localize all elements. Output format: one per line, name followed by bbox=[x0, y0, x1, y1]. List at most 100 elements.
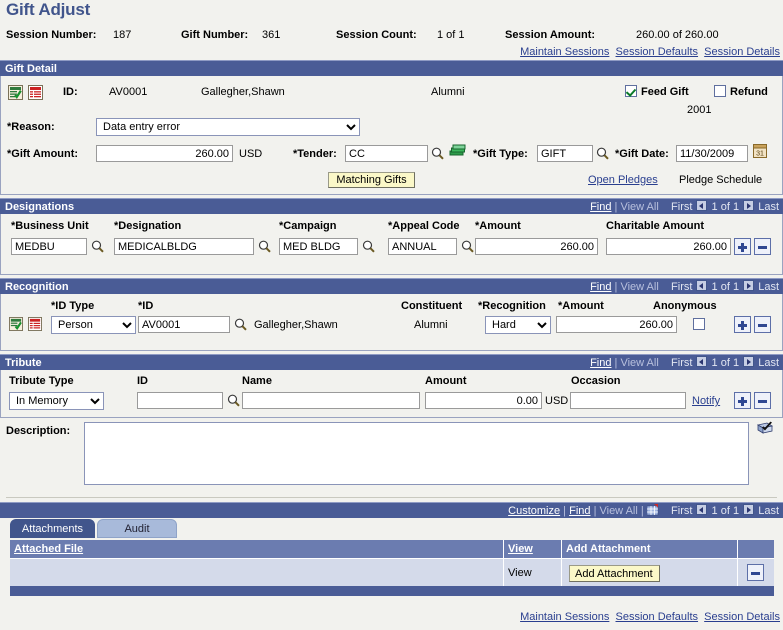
designations-next-icon[interactable] bbox=[743, 200, 755, 211]
designation-input[interactable] bbox=[114, 238, 254, 255]
footer-maintain-sessions-link[interactable]: Maintain Sessions bbox=[520, 611, 609, 623]
anonymous-checkbox[interactable] bbox=[693, 318, 705, 330]
col-id-type-label: *ID Type bbox=[51, 300, 95, 312]
tribute-panel: Tribute Type ID Name Amount Occasion In … bbox=[0, 370, 783, 418]
recognition-id-input[interactable] bbox=[138, 316, 230, 333]
tab-attachments[interactable]: Attachments bbox=[10, 519, 95, 538]
view-header-link[interactable]: View bbox=[508, 543, 533, 555]
tribute-last-label[interactable]: Last bbox=[758, 357, 779, 369]
reason-dropdown[interactable]: Data entry error bbox=[96, 118, 360, 136]
gift-amount-input[interactable] bbox=[96, 145, 233, 162]
feed-gift-checkbox[interactable] bbox=[625, 85, 637, 97]
open-pledges-link[interactable]: Open Pledges bbox=[588, 174, 658, 186]
notify-link[interactable]: Notify bbox=[692, 395, 720, 407]
tribute-amount-input[interactable] bbox=[425, 392, 542, 409]
gift-amount-currency: USD bbox=[239, 148, 263, 160]
attachments-col-actions bbox=[738, 540, 774, 558]
add-attachment-button[interactable]: Add Attachment bbox=[569, 565, 660, 582]
designations-view-all-link[interactable]: View All bbox=[620, 201, 658, 213]
attachments-next-icon[interactable] bbox=[743, 504, 755, 515]
recognition-amount-input[interactable] bbox=[556, 316, 677, 333]
tribute-id-input[interactable] bbox=[137, 392, 223, 409]
delete-designation-row-button[interactable] bbox=[754, 238, 771, 255]
delete-tribute-row-button[interactable] bbox=[754, 392, 771, 409]
gift-type-lookup-search-icon[interactable] bbox=[596, 147, 609, 160]
tribute-name-input[interactable] bbox=[242, 392, 420, 409]
campaign-input[interactable] bbox=[279, 238, 358, 255]
col-tribute-amount-label: Amount bbox=[425, 375, 467, 387]
attachments-last-label[interactable]: Last bbox=[758, 505, 779, 517]
tribute-id-lookup-search-icon[interactable] bbox=[227, 394, 240, 407]
col-appeal-code-label: *Appeal Code bbox=[388, 220, 460, 232]
tender-lookup-search-icon[interactable] bbox=[431, 147, 444, 160]
session-details-link[interactable]: Session Details bbox=[704, 46, 780, 58]
refund-checkbox[interactable] bbox=[714, 85, 726, 97]
id-value: AV0001 bbox=[109, 86, 148, 98]
delete-recognition-row-button[interactable] bbox=[754, 316, 771, 333]
footer-session-defaults-link[interactable]: Session Defaults bbox=[616, 611, 699, 623]
tribute-prev-icon[interactable] bbox=[696, 356, 708, 367]
session-defaults-link[interactable]: Session Defaults bbox=[616, 46, 699, 58]
footer-links: Maintain Sessions Session Defaults Sessi… bbox=[520, 611, 780, 623]
recognition-transaction-form-icon[interactable] bbox=[9, 317, 23, 334]
gift-date-input[interactable] bbox=[676, 145, 748, 162]
attachments-find-link[interactable]: Find bbox=[569, 505, 590, 517]
attachments-customize-link[interactable]: Customize bbox=[508, 505, 560, 517]
delete-attachment-row-button[interactable] bbox=[747, 564, 764, 581]
designations-prev-icon[interactable] bbox=[696, 200, 708, 211]
matching-gifts-button[interactable]: Matching Gifts bbox=[328, 172, 415, 188]
campaign-lookup-search-icon[interactable] bbox=[362, 240, 375, 253]
add-recognition-row-button[interactable] bbox=[734, 316, 751, 333]
business-unit-input[interactable] bbox=[11, 238, 87, 255]
designations-find-link[interactable]: Find bbox=[590, 201, 611, 213]
designation-amount-input[interactable] bbox=[475, 238, 598, 255]
recognition-id-lookup-search-icon[interactable] bbox=[234, 318, 247, 331]
id-label: ID: bbox=[63, 86, 78, 98]
tribute-next-icon[interactable] bbox=[743, 356, 755, 367]
tribute-type-dropdown[interactable]: In Memory bbox=[9, 392, 104, 410]
recognition-last-label[interactable]: Last bbox=[758, 281, 779, 293]
add-designation-row-button[interactable] bbox=[734, 238, 751, 255]
attachments-view-all-link[interactable]: View All bbox=[599, 505, 637, 517]
attachments-prev-icon[interactable] bbox=[696, 504, 708, 515]
id-type-dropdown[interactable]: Person bbox=[51, 316, 136, 334]
footer-session-details-link[interactable]: Session Details bbox=[704, 611, 780, 623]
attached-file-header-link[interactable]: Attached File bbox=[14, 543, 83, 555]
view-link-text[interactable]: View bbox=[508, 567, 532, 579]
attachments-first-label[interactable]: First bbox=[671, 505, 692, 517]
tribute-view-all-link[interactable]: View All bbox=[620, 357, 658, 369]
spell-check-icon[interactable] bbox=[756, 421, 774, 442]
recognition-type-dropdown[interactable]: Hard bbox=[485, 316, 551, 334]
recognition-detail-list-icon[interactable] bbox=[28, 317, 42, 334]
download-grid-icon[interactable] bbox=[646, 504, 659, 521]
calendar-icon[interactable]: 31 bbox=[753, 144, 767, 161]
appeal-code-input[interactable] bbox=[388, 238, 457, 255]
recognition-first-label[interactable]: First bbox=[671, 281, 692, 293]
occasion-input[interactable] bbox=[570, 392, 686, 409]
appeal-code-lookup-search-icon[interactable] bbox=[461, 240, 474, 253]
description-textarea[interactable] bbox=[84, 422, 749, 485]
maintain-sessions-link[interactable]: Maintain Sessions bbox=[520, 46, 609, 58]
designations-last-label[interactable]: Last bbox=[758, 201, 779, 213]
recognition-view-all-link[interactable]: View All bbox=[620, 281, 658, 293]
gift-type-input[interactable] bbox=[537, 145, 593, 162]
designation-lookup-search-icon[interactable] bbox=[258, 240, 271, 253]
designations-first-label[interactable]: First bbox=[671, 201, 692, 213]
pledge-schedule-text: Pledge Schedule bbox=[679, 174, 763, 186]
tab-audit[interactable]: Audit bbox=[97, 519, 177, 538]
detail-list-icon[interactable] bbox=[28, 85, 43, 103]
nav-separator: | bbox=[614, 281, 618, 293]
tribute-find-link[interactable]: Find bbox=[590, 357, 611, 369]
recognition-prev-icon[interactable] bbox=[696, 280, 708, 291]
attachments-col-view: View bbox=[504, 540, 562, 558]
recognition-next-icon[interactable] bbox=[743, 280, 755, 291]
charitable-amount-input[interactable] bbox=[606, 238, 731, 255]
recognition-find-link[interactable]: Find bbox=[590, 281, 611, 293]
tribute-first-label[interactable]: First bbox=[671, 357, 692, 369]
business-unit-lookup-search-icon[interactable] bbox=[91, 240, 104, 253]
transaction-form-icon[interactable] bbox=[8, 85, 23, 103]
cash-stack-icon[interactable] bbox=[449, 143, 466, 161]
add-tribute-row-button[interactable] bbox=[734, 392, 751, 409]
designations-row-counter: 1 of 1 bbox=[711, 201, 740, 213]
tender-input[interactable] bbox=[345, 145, 428, 162]
